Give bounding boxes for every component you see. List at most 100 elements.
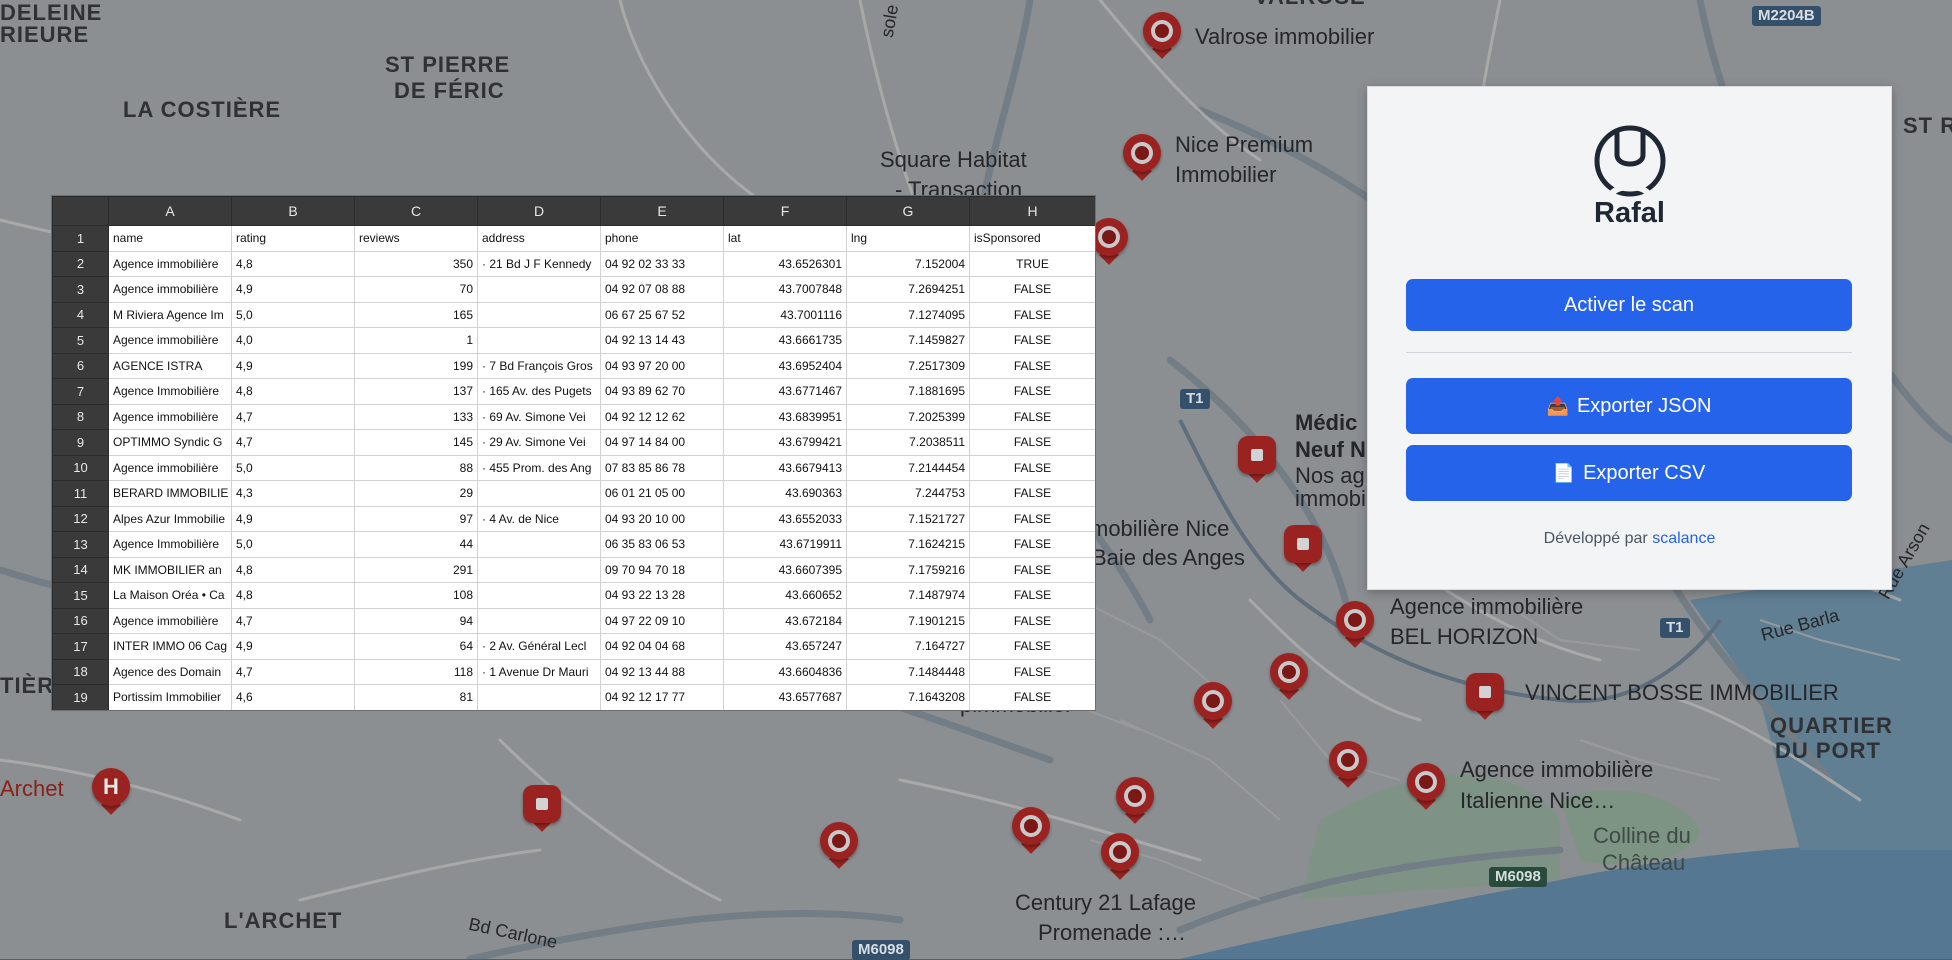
table-cell[interactable]: · 2 Av. Général Lecl bbox=[477, 633, 601, 660]
table-cell[interactable]: 43.6661735 bbox=[723, 327, 847, 354]
sheet-corner[interactable] bbox=[52, 196, 109, 226]
column-header[interactable]: E bbox=[600, 196, 724, 226]
table-cell[interactable]: 7.244753 bbox=[846, 480, 970, 507]
row-number[interactable]: 11 bbox=[52, 480, 109, 507]
row-number[interactable]: 17 bbox=[52, 633, 109, 660]
table-cell[interactable]: 29 bbox=[354, 480, 478, 507]
table-cell[interactable]: La Maison Oréa • Ca bbox=[108, 582, 232, 609]
table-cell[interactable]: rating bbox=[231, 225, 355, 252]
table-cell[interactable]: 04 93 89 62 70 bbox=[600, 378, 724, 405]
table-cell[interactable]: name bbox=[108, 225, 232, 252]
table-cell[interactable]: FALSE bbox=[969, 684, 1095, 710]
table-cell[interactable]: 108 bbox=[354, 582, 478, 609]
map-pin[interactable] bbox=[1123, 134, 1161, 181]
table-cell[interactable]: 04 92 07 08 88 bbox=[600, 276, 724, 303]
table-cell[interactable]: Agence des Domain bbox=[108, 658, 232, 685]
table-cell[interactable]: M Riviera Agence Im bbox=[108, 301, 232, 328]
table-cell[interactable]: 09 70 94 70 18 bbox=[600, 556, 724, 583]
table-cell[interactable]: 64 bbox=[354, 633, 478, 660]
row-number[interactable]: 10 bbox=[52, 454, 109, 481]
table-cell[interactable]: · 7 Bd François Gros bbox=[477, 352, 601, 379]
map-pin[interactable] bbox=[1116, 777, 1154, 824]
row-number[interactable]: 9 bbox=[52, 429, 109, 456]
map-pin[interactable] bbox=[1466, 673, 1504, 720]
row-number[interactable]: 2 bbox=[52, 250, 109, 277]
table-cell[interactable]: 7.1624215 bbox=[846, 531, 970, 558]
table-cell[interactable]: 43.6526301 bbox=[723, 250, 847, 277]
table-cell[interactable]: 7.164727 bbox=[846, 633, 970, 660]
table-cell[interactable]: 04 92 02 33 33 bbox=[600, 250, 724, 277]
table-cell[interactable]: reviews bbox=[354, 225, 478, 252]
column-header[interactable]: A bbox=[108, 196, 232, 226]
table-cell[interactable]: phone bbox=[600, 225, 724, 252]
table-cell[interactable]: Agence Immobilière bbox=[108, 378, 232, 405]
table-cell[interactable] bbox=[477, 276, 601, 303]
table-cell[interactable]: 165 bbox=[354, 301, 478, 328]
table-cell[interactable]: · 21 Bd J F Kennedy bbox=[477, 250, 601, 277]
table-cell[interactable]: Agence Immobilière bbox=[108, 531, 232, 558]
table-cell[interactable]: 4,6 bbox=[231, 684, 355, 710]
row-number[interactable]: 16 bbox=[52, 607, 109, 634]
table-cell[interactable]: 43.6952404 bbox=[723, 352, 847, 379]
row-number[interactable]: 4 bbox=[52, 301, 109, 328]
table-cell[interactable]: · 165 Av. des Pugets bbox=[477, 378, 601, 405]
table-cell[interactable] bbox=[477, 480, 601, 507]
table-cell[interactable]: 291 bbox=[354, 556, 478, 583]
table-cell[interactable]: 04 92 13 14 43 bbox=[600, 327, 724, 354]
map-pin[interactable] bbox=[1194, 682, 1232, 729]
row-number[interactable]: 14 bbox=[52, 556, 109, 583]
map-pin[interactable] bbox=[1284, 525, 1322, 572]
map-pin[interactable] bbox=[1407, 763, 1445, 810]
row-number[interactable]: 7 bbox=[52, 378, 109, 405]
table-cell[interactable]: 43.6799421 bbox=[723, 429, 847, 456]
table-cell[interactable]: 43.7001116 bbox=[723, 301, 847, 328]
row-number[interactable]: 1 bbox=[52, 225, 109, 252]
table-cell[interactable]: Agence immobilière bbox=[108, 454, 232, 481]
table-cell[interactable]: Agence immobilière bbox=[108, 403, 232, 430]
table-cell[interactable]: 350 bbox=[354, 250, 478, 277]
table-cell[interactable]: 04 93 22 13 28 bbox=[600, 582, 724, 609]
table-cell[interactable]: 7.1459827 bbox=[846, 327, 970, 354]
table-cell[interactable]: 7.2517309 bbox=[846, 352, 970, 379]
table-cell[interactable]: 7.2144454 bbox=[846, 454, 970, 481]
table-cell[interactable]: OPTIMMO Syndic G bbox=[108, 429, 232, 456]
table-cell[interactable]: 43.6719911 bbox=[723, 531, 847, 558]
table-cell[interactable]: 5,0 bbox=[231, 301, 355, 328]
table-cell[interactable]: MK IMMOBILIER an bbox=[108, 556, 232, 583]
table-cell[interactable] bbox=[477, 531, 601, 558]
table-cell[interactable]: 43.7007848 bbox=[723, 276, 847, 303]
table-cell[interactable]: BERARD IMMOBILIE bbox=[108, 480, 232, 507]
table-cell[interactable]: 44 bbox=[354, 531, 478, 558]
row-number[interactable]: 18 bbox=[52, 658, 109, 685]
map-pin[interactable] bbox=[1238, 436, 1276, 483]
table-cell[interactable]: 43.657247 bbox=[723, 633, 847, 660]
map-pin[interactable] bbox=[1329, 741, 1367, 788]
table-cell[interactable]: AGENCE ISTRA bbox=[108, 352, 232, 379]
table-cell[interactable]: 81 bbox=[354, 684, 478, 710]
table-cell[interactable]: · 69 Av. Simone Vei bbox=[477, 403, 601, 430]
column-header[interactable]: D bbox=[477, 196, 601, 226]
row-number[interactable]: 12 bbox=[52, 505, 109, 532]
map-pin[interactable] bbox=[1336, 601, 1374, 648]
table-cell[interactable]: FALSE bbox=[969, 607, 1095, 634]
table-cell[interactable]: Alpes Azur Immobilie bbox=[108, 505, 232, 532]
table-cell[interactable]: 43.6607395 bbox=[723, 556, 847, 583]
row-number[interactable]: 13 bbox=[52, 531, 109, 558]
table-cell[interactable]: 4,9 bbox=[231, 276, 355, 303]
hospital-pin[interactable]: H bbox=[92, 768, 130, 815]
table-cell[interactable] bbox=[477, 582, 601, 609]
table-cell[interactable]: 04 92 12 12 62 bbox=[600, 403, 724, 430]
column-header[interactable]: F bbox=[723, 196, 847, 226]
row-number[interactable]: 6 bbox=[52, 352, 109, 379]
table-cell[interactable] bbox=[477, 684, 601, 710]
table-cell[interactable]: 133 bbox=[354, 403, 478, 430]
table-cell[interactable]: Agence immobilière bbox=[108, 250, 232, 277]
table-cell[interactable]: 43.6771467 bbox=[723, 378, 847, 405]
export-csv-button[interactable]: 📄 Exporter CSV bbox=[1406, 445, 1852, 501]
table-cell[interactable]: 4,7 bbox=[231, 607, 355, 634]
map-pin[interactable] bbox=[1270, 653, 1308, 700]
table-cell[interactable]: 94 bbox=[354, 607, 478, 634]
table-cell[interactable]: 4,3 bbox=[231, 480, 355, 507]
table-cell[interactable]: FALSE bbox=[969, 378, 1095, 405]
table-cell[interactable]: 06 01 21 05 00 bbox=[600, 480, 724, 507]
